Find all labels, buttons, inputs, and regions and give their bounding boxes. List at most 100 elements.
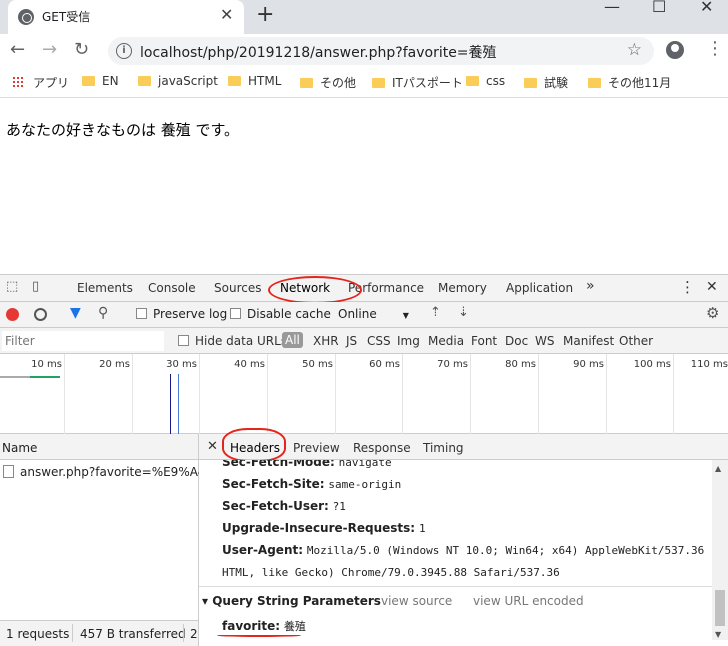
tick-label: 110 ms xyxy=(690,359,728,370)
filter-js[interactable]: JS xyxy=(346,334,357,348)
detail-scrollbar[interactable]: ▲ ▼ xyxy=(712,460,728,640)
query-param: favorite: 養殖 xyxy=(222,619,306,633)
close-window-button[interactable]: ✕ xyxy=(700,0,713,16)
bookmark-html[interactable]: HTML xyxy=(228,74,281,88)
request-row[interactable]: answer.php?favorite=%E9%A4... xyxy=(0,460,217,482)
header-line: HTML, like Gecko) Chrome/79.0.3945.88 Sa… xyxy=(222,566,560,579)
tab-application[interactable]: Application xyxy=(506,281,573,295)
request-count: 1 requests xyxy=(6,627,70,641)
export-icon[interactable]: ⇣ xyxy=(458,305,469,320)
filter-icon[interactable]: ▼ xyxy=(70,305,81,321)
apps-icon xyxy=(12,76,25,89)
import-icon[interactable]: ⇡ xyxy=(430,305,441,320)
tab-elements[interactable]: Elements xyxy=(77,281,133,295)
tab-close-icon[interactable]: ✕ xyxy=(220,5,233,24)
filter-css[interactable]: CSS xyxy=(367,334,391,348)
bookmarks-bar: アプリ EN javaScript HTML その他 ITパスポート css 試… xyxy=(0,68,728,98)
bookmark-other[interactable]: その他 xyxy=(300,74,356,91)
tab-timing[interactable]: Timing xyxy=(423,441,464,455)
minimize-button[interactable]: — xyxy=(604,0,620,16)
filter-font[interactable]: Font xyxy=(471,334,497,348)
tick-label: 70 ms xyxy=(437,359,468,370)
document-icon xyxy=(3,465,14,478)
annotation-headers-circle xyxy=(222,428,286,462)
filter-bar: Hide data URLs All XHR JS CSS Img Media … xyxy=(0,328,728,354)
detail-close-icon[interactable]: ✕ xyxy=(207,439,218,454)
star-icon[interactable]: ☆ xyxy=(627,40,642,60)
filter-other[interactable]: Other xyxy=(619,334,653,348)
network-status-bar: 1 requests 457 B transferred 2 xyxy=(0,620,199,646)
browser-tab[interactable]: GET受信 ✕ xyxy=(8,0,244,34)
more-tabs-icon[interactable]: » xyxy=(586,278,595,294)
scroll-thumb[interactable] xyxy=(715,590,725,626)
devtools-tab-bar: ⬚ ▯ Elements Console Sources Network Per… xyxy=(0,274,728,302)
bookmark-other-november[interactable]: その他11月 xyxy=(588,74,671,91)
folder-icon xyxy=(228,76,241,86)
filter-input[interactable] xyxy=(2,331,164,351)
name-column-header[interactable]: Name xyxy=(0,434,199,460)
tick-label: 80 ms xyxy=(505,359,536,370)
bookmark-exam[interactable]: 試験 xyxy=(524,74,568,91)
new-tab-button[interactable]: + xyxy=(256,2,274,27)
header-line: Sec-Fetch-User: ?1 xyxy=(222,499,346,513)
tick-label: 40 ms xyxy=(234,359,265,370)
browser-menu-icon[interactable]: ⋮ xyxy=(706,38,724,59)
record-icon[interactable] xyxy=(6,308,19,321)
folder-icon xyxy=(138,76,151,86)
bookmark-javascript[interactable]: javaScript xyxy=(138,74,218,88)
folder-icon xyxy=(300,78,313,88)
timeline-bar-wait xyxy=(0,376,30,378)
bookmark-en[interactable]: EN xyxy=(82,74,119,88)
devtools-close-icon[interactable]: ✕ xyxy=(706,279,718,295)
folder-icon xyxy=(372,78,385,88)
search-icon[interactable]: ⚲ xyxy=(98,305,108,321)
devtools-menu-icon[interactable]: ⋮ xyxy=(680,278,695,296)
query-string-section[interactable]: ▾ Query String Parameters xyxy=(202,594,381,608)
header-line: Sec-Fetch-Mode: navigate xyxy=(222,460,392,469)
scroll-down-icon[interactable]: ▼ xyxy=(715,630,721,639)
annotation-network-circle xyxy=(268,276,362,304)
tick-label: 50 ms xyxy=(302,359,333,370)
filter-manifest[interactable]: Manifest xyxy=(563,334,614,348)
filter-all[interactable]: All xyxy=(282,332,303,348)
preserve-log-checkbox[interactable]: Preserve log xyxy=(136,307,227,321)
filter-img[interactable]: Img xyxy=(397,334,420,348)
tab-memory[interactable]: Memory xyxy=(438,281,487,295)
filter-ws[interactable]: WS xyxy=(535,334,554,348)
filter-media[interactable]: Media xyxy=(428,334,464,348)
tab-title: GET受信 xyxy=(42,10,91,24)
folder-icon xyxy=(82,76,95,86)
gear-icon[interactable]: ⚙ xyxy=(706,304,719,322)
maximize-button[interactable]: ☐ xyxy=(652,0,666,16)
view-source-link[interactable]: view source xyxy=(381,594,452,608)
view-url-encoded-link[interactable]: view URL encoded xyxy=(473,594,584,608)
filter-xhr[interactable]: XHR xyxy=(313,334,339,348)
globe-icon xyxy=(18,9,34,25)
disable-cache-checkbox[interactable]: Disable cache xyxy=(230,307,331,321)
bookmark-css[interactable]: css xyxy=(466,74,505,88)
forward-button[interactable]: → xyxy=(42,39,57,60)
header-line: Upgrade-Insecure-Requests: 1 xyxy=(222,521,426,535)
filter-doc[interactable]: Doc xyxy=(505,334,528,348)
tab-response[interactable]: Response xyxy=(353,441,411,455)
tab-sources[interactable]: Sources xyxy=(214,281,261,295)
headers-panel: Sec-Fetch-Mode: navigate Sec-Fetch-Site:… xyxy=(199,460,712,640)
bookmark-it-passport[interactable]: ITパスポート xyxy=(372,74,463,91)
reload-button[interactable]: ↻ xyxy=(74,39,89,60)
hide-data-urls-checkbox[interactable]: Hide data URLs xyxy=(178,334,287,348)
tab-console[interactable]: Console xyxy=(148,281,196,295)
header-line: User-Agent: Mozilla/5.0 (Windows NT 10.0… xyxy=(222,543,712,557)
address-bar[interactable]: i localhost/php/20191218/answer.php?favo… xyxy=(108,37,654,65)
info-icon[interactable]: i xyxy=(116,43,132,59)
clear-icon[interactable] xyxy=(34,308,47,321)
bookmark-apps[interactable]: アプリ xyxy=(12,74,69,91)
network-timeline[interactable]: 10 ms 20 ms 30 ms 40 ms 50 ms 60 ms 70 m… xyxy=(0,354,728,434)
scroll-up-icon[interactable]: ▲ xyxy=(715,464,721,473)
device-toggle-icon[interactable]: ▯ xyxy=(32,279,39,294)
tab-preview[interactable]: Preview xyxy=(293,441,340,455)
url-text[interactable]: localhost/php/20191218/answer.php?favori… xyxy=(140,42,497,62)
back-button[interactable]: ← xyxy=(10,39,25,60)
throttle-select[interactable]: Online ▼ xyxy=(338,307,409,321)
account-icon[interactable] xyxy=(666,41,684,59)
inspect-element-icon[interactable]: ⬚ xyxy=(6,279,18,294)
